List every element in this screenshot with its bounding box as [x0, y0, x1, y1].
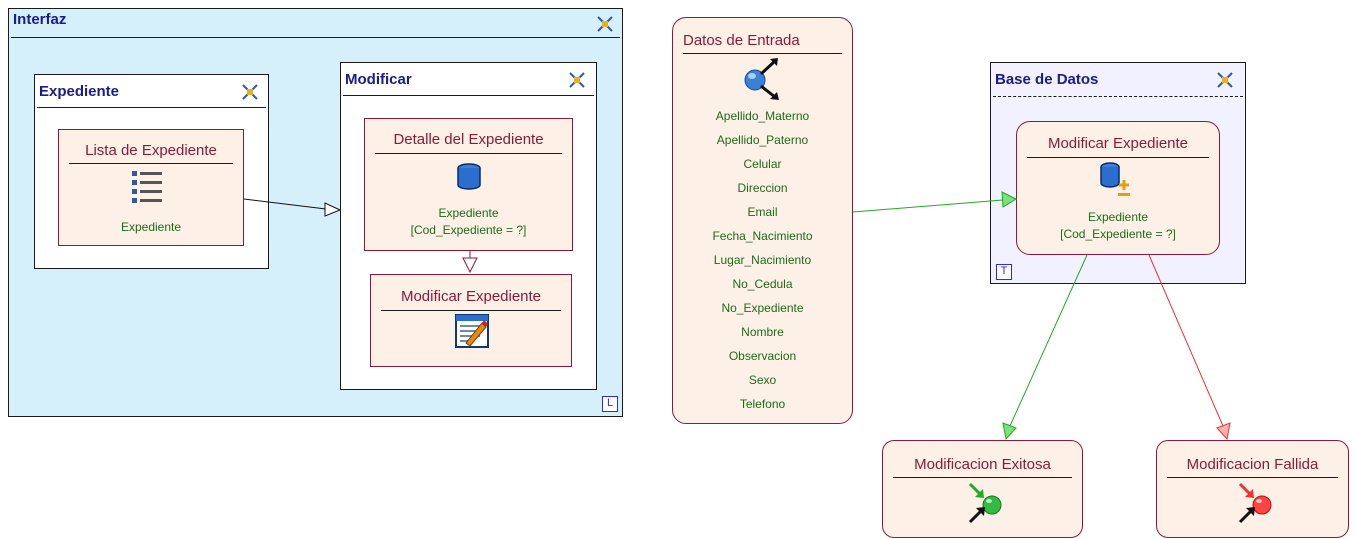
node-condition: [Cod_Expediente = ?] — [410, 223, 527, 237]
attribute-item: Direccion — [737, 181, 788, 195]
collapse-icon[interactable] — [242, 84, 258, 100]
node-entity: Expediente — [120, 220, 182, 234]
attribute-item: No_Expediente — [721, 301, 804, 315]
node-title-divider — [381, 310, 561, 311]
attribute-item: No_Cedula — [732, 277, 793, 291]
attribute-item: Observacion — [728, 349, 797, 363]
node-condition: [Cod_Expediente = ?] — [1060, 227, 1176, 241]
expediente-title-divider — [37, 107, 266, 108]
list-icon — [132, 171, 162, 203]
node-title: Lista de Expediente — [85, 142, 217, 159]
node-title-divider — [683, 53, 842, 54]
modificacion-exitosa-node[interactable]: Modificacion Exitosa — [882, 440, 1083, 538]
node-title-divider — [69, 163, 233, 164]
database-icon — [457, 163, 481, 190]
modificar-title: Modificar — [345, 71, 412, 88]
attribute-item: Fecha_Nacimiento — [712, 229, 813, 243]
node-title: Modificar Expediente — [400, 288, 542, 305]
node-entity: Expediente — [1087, 210, 1149, 224]
modificacion-fallida-node[interactable]: Modificacion Fallida — [1156, 440, 1349, 538]
detalle-expediente-node[interactable]: Detalle del Expediente Expediente [Cod_E… — [364, 118, 573, 251]
attribute-item: Lugar_Nacimiento — [713, 253, 812, 267]
attribute-item: Apellido_Paterno — [716, 133, 809, 147]
attribute-item: Celular — [743, 157, 782, 171]
lista-expediente-node[interactable]: Lista de Expediente Expediente — [58, 129, 244, 246]
datos-entrada-node[interactable]: Datos de Entrada Apellido_Materno Apelli… — [672, 17, 853, 424]
modificar-expediente-form-node[interactable]: Modificar Expediente — [370, 274, 572, 367]
node-title-divider — [893, 477, 1072, 478]
edit-form-icon — [455, 314, 489, 348]
transaction-badge: T — [996, 264, 1012, 280]
attribute-item: Apellido_Materno — [715, 109, 810, 123]
layer-badge: L — [602, 396, 618, 412]
node-title-divider — [375, 153, 562, 154]
node-title-divider — [1027, 157, 1209, 158]
base-datos-title: Base de Datos — [995, 71, 1099, 88]
node-title: Datos de Entrada — [683, 32, 800, 49]
base-datos-title-divider — [993, 96, 1243, 97]
modificar-title-divider — [343, 95, 594, 96]
collapse-icon[interactable] — [569, 72, 585, 88]
collapse-icon[interactable] — [597, 16, 613, 32]
attribute-item: Sexo — [748, 373, 777, 387]
node-title: Modificacion Exitosa — [914, 456, 1051, 473]
attribute-item: Telefono — [739, 397, 786, 411]
attribute-item: Nombre — [741, 325, 784, 339]
node-title: Detalle del Expediente — [393, 131, 544, 148]
node-title-divider — [1167, 477, 1338, 478]
expediente-title: Expediente — [39, 83, 120, 100]
collapse-icon[interactable] — [1217, 72, 1233, 88]
attribute-item: Email — [747, 205, 778, 219]
input-params-icon — [744, 58, 779, 100]
node-title: Modificacion Fallida — [1186, 456, 1319, 473]
database-update-icon — [1100, 162, 1130, 196]
modificar-expediente-db-node[interactable]: Modificar Expediente Expediente [Cod_Exp… — [1016, 121, 1220, 255]
interfaz-title-divider — [11, 37, 620, 38]
interfaz-title: Interfaz — [13, 11, 67, 28]
node-title: Modificar Expediente — [1047, 135, 1189, 152]
node-entity: Expediente — [438, 206, 499, 220]
failure-end-icon — [1238, 482, 1272, 524]
success-end-icon — [968, 482, 1002, 524]
